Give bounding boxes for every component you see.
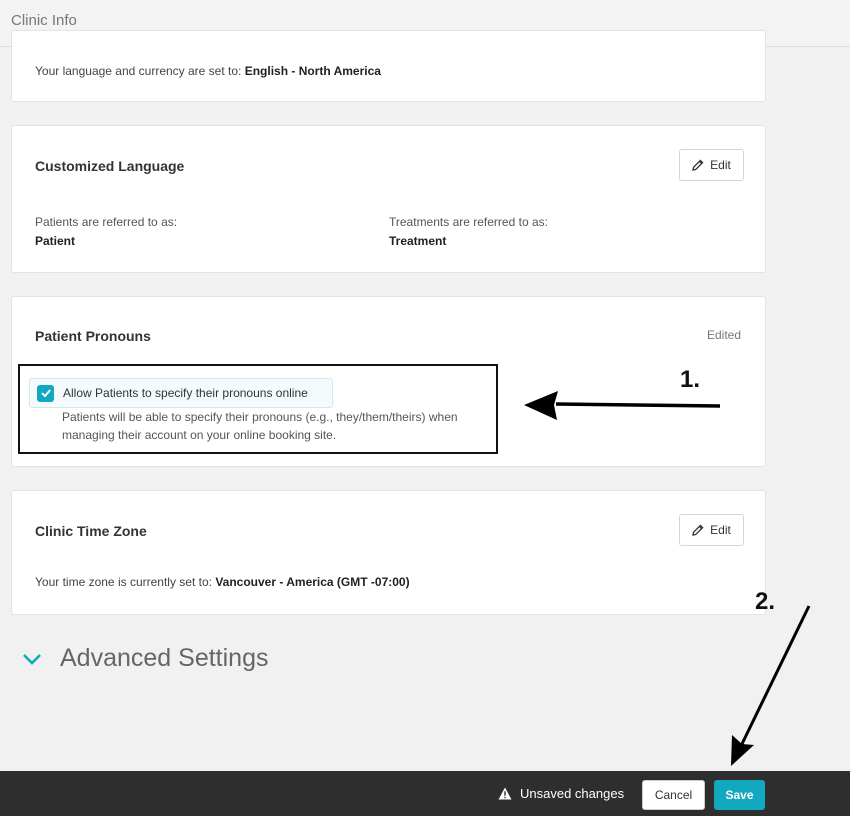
time-zone-info: Your time zone is currently set to: Vanc… <box>35 575 410 589</box>
time-zone-edit-button[interactable]: Edit <box>679 514 744 546</box>
save-button[interactable]: Save <box>714 780 765 810</box>
treatments-value: Treatment <box>389 234 447 248</box>
language-card: Your language and currency are set to: E… <box>11 30 766 102</box>
treatments-label: Treatments are referred to as: <box>389 215 548 229</box>
customized-language-title: Customized Language <box>35 158 185 174</box>
patients-value: Patient <box>35 234 76 248</box>
arrow-step-2 <box>731 605 811 766</box>
clinic-time-zone-title: Clinic Time Zone <box>35 523 147 539</box>
clinic-time-zone-card: Clinic Time Zone Edit Your time zone is … <box>11 490 766 615</box>
advanced-settings-toggle[interactable]: Advanced Settings <box>22 644 268 673</box>
advanced-settings-label: Advanced Settings <box>60 644 269 672</box>
warning-icon <box>498 787 512 800</box>
pronouns-checkbox-row[interactable]: Allow Patients to specify their pronouns… <box>29 378 333 408</box>
language-info: Your language and currency are set to: E… <box>35 64 381 78</box>
language-value: English - North America <box>244 64 381 78</box>
pronouns-description: Patients will be able to specify their p… <box>62 410 458 442</box>
check-icon <box>40 389 51 398</box>
chevron-down-icon <box>23 653 41 665</box>
unsaved-changes-indicator: Unsaved changes <box>498 786 624 801</box>
footer-bar: Unsaved changes Cancel Save <box>0 771 850 816</box>
pencil-icon <box>692 159 704 171</box>
edited-status: Edited <box>707 328 742 342</box>
annotation-step-1: 1. <box>680 366 701 393</box>
pencil-icon <box>692 524 704 536</box>
pronouns-checkbox[interactable] <box>37 384 54 402</box>
patient-pronouns-title: Patient Pronouns <box>35 328 151 344</box>
customized-language-card: Customized Language Edit Patients are re… <box>11 125 766 273</box>
pronouns-checkbox-label: Allow Patients to specify their pronouns… <box>63 386 308 400</box>
patients-label: Patients are referred to as: <box>35 215 178 229</box>
page-title: Clinic Info <box>11 12 77 29</box>
cancel-button[interactable]: Cancel <box>642 780 705 810</box>
time-zone-value: Vancouver - America (GMT -07:00) <box>215 575 410 589</box>
customized-language-edit-button[interactable]: Edit <box>679 149 744 181</box>
annotation-step-2: 2. <box>755 588 776 615</box>
